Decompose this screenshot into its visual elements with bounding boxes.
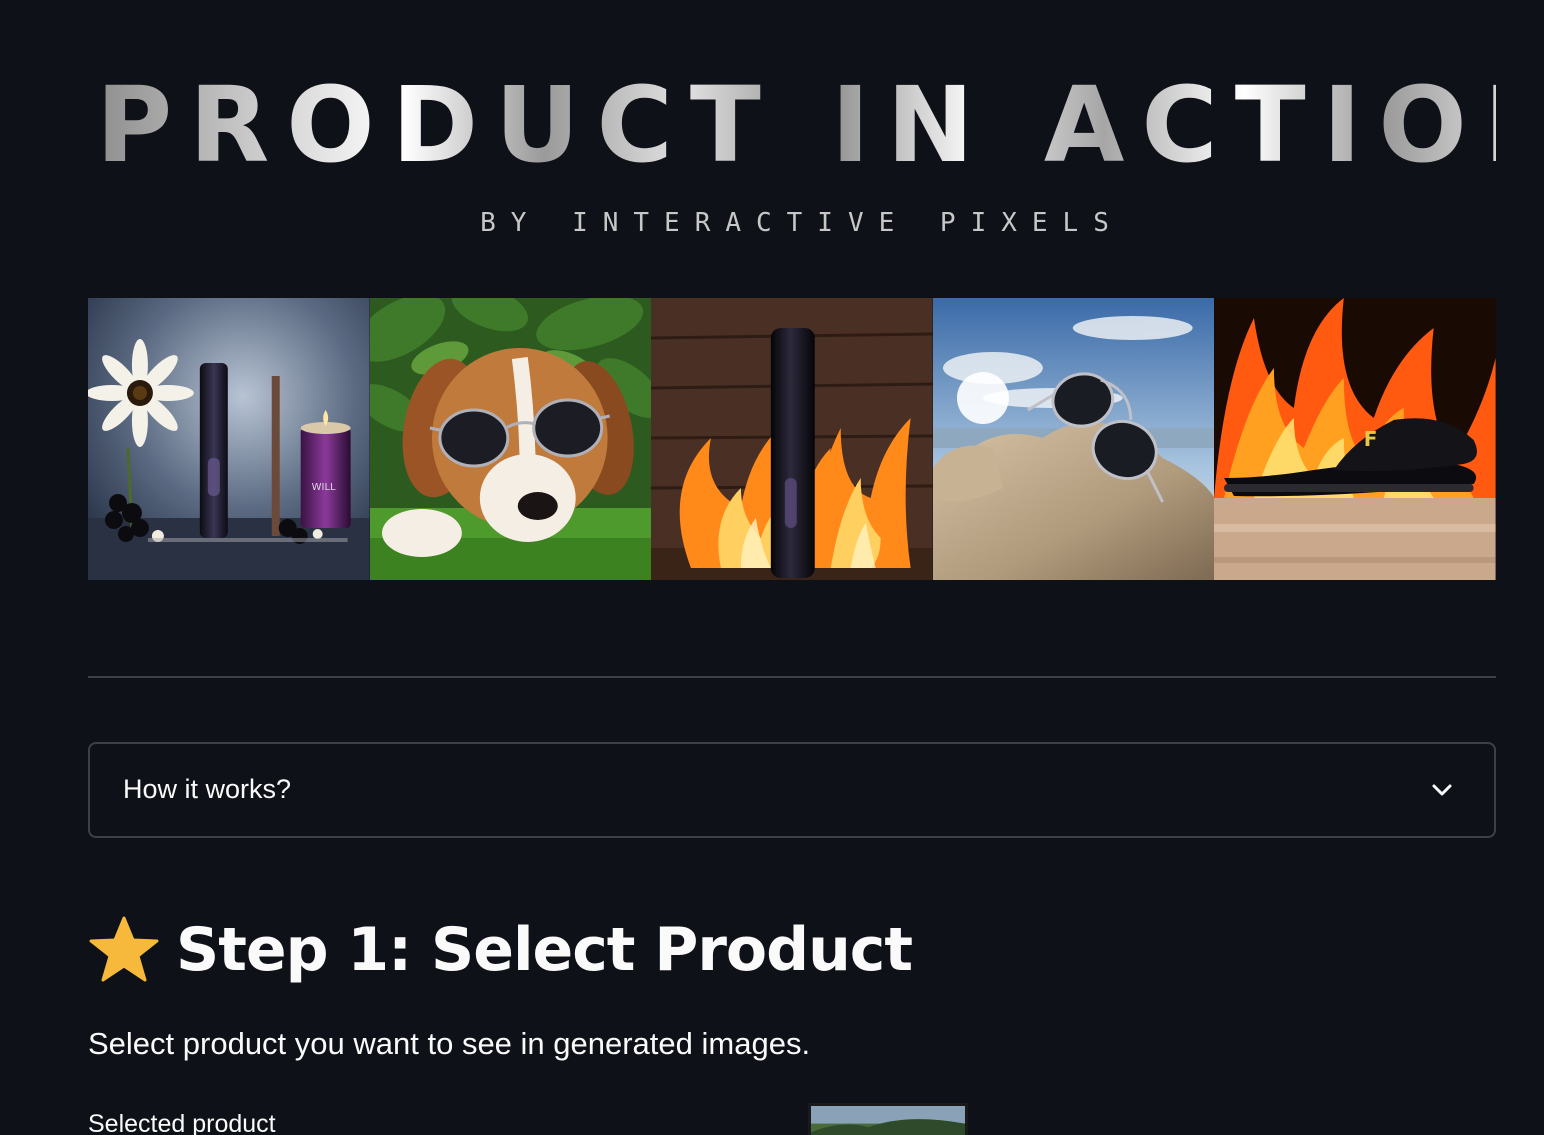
- expander-label: How it works?: [123, 774, 292, 804]
- gallery-image-perfume: WILL: [88, 298, 370, 580]
- slide-fire-image: F: [1214, 298, 1496, 580]
- gallery-image-sunglasses: [932, 298, 1215, 580]
- product-thumbnail-image: [811, 1106, 965, 1135]
- dog-sunglasses-image: [369, 298, 652, 580]
- perfume-flower-candle-image: WILL: [88, 298, 370, 580]
- selected-product-thumbnail[interactable]: [808, 1103, 968, 1135]
- chevron-down-icon[interactable]: [1430, 778, 1454, 802]
- app-logo: PRODUCT IN ACTION BY INTERACTIVE PIXELS: [88, 60, 1544, 260]
- logo-title: PRODUCT IN ACTION: [96, 60, 1544, 190]
- gallery-image-dog: [369, 298, 652, 580]
- step1-heading: Step 1: Select Product: [88, 900, 913, 1000]
- step1-description: Select product you want to see in genera…: [88, 1026, 811, 1061]
- logo-subtitle: BY INTERACTIVE PIXELS: [480, 208, 1124, 238]
- svg-text:F: F: [1364, 427, 1378, 451]
- example-gallery: WILL F: [88, 298, 1496, 580]
- sunglasses-rock-image: [932, 298, 1215, 580]
- bottle-fire-image: [651, 298, 933, 580]
- selected-product-label: Selected product: [88, 1110, 276, 1135]
- star-icon: [89, 916, 159, 982]
- section-divider: [88, 676, 1496, 678]
- svg-text:WILL: WILL: [312, 482, 336, 493]
- gallery-image-slide: F: [1214, 298, 1496, 580]
- gallery-image-bottle-fire: [651, 298, 933, 580]
- how-it-works-expander[interactable]: How it works?: [88, 742, 1496, 838]
- app-page: PRODUCT IN ACTION BY INTERACTIVE PIXELS: [0, 0, 1544, 1135]
- step1-title: Step 1: Select Product: [176, 915, 913, 985]
